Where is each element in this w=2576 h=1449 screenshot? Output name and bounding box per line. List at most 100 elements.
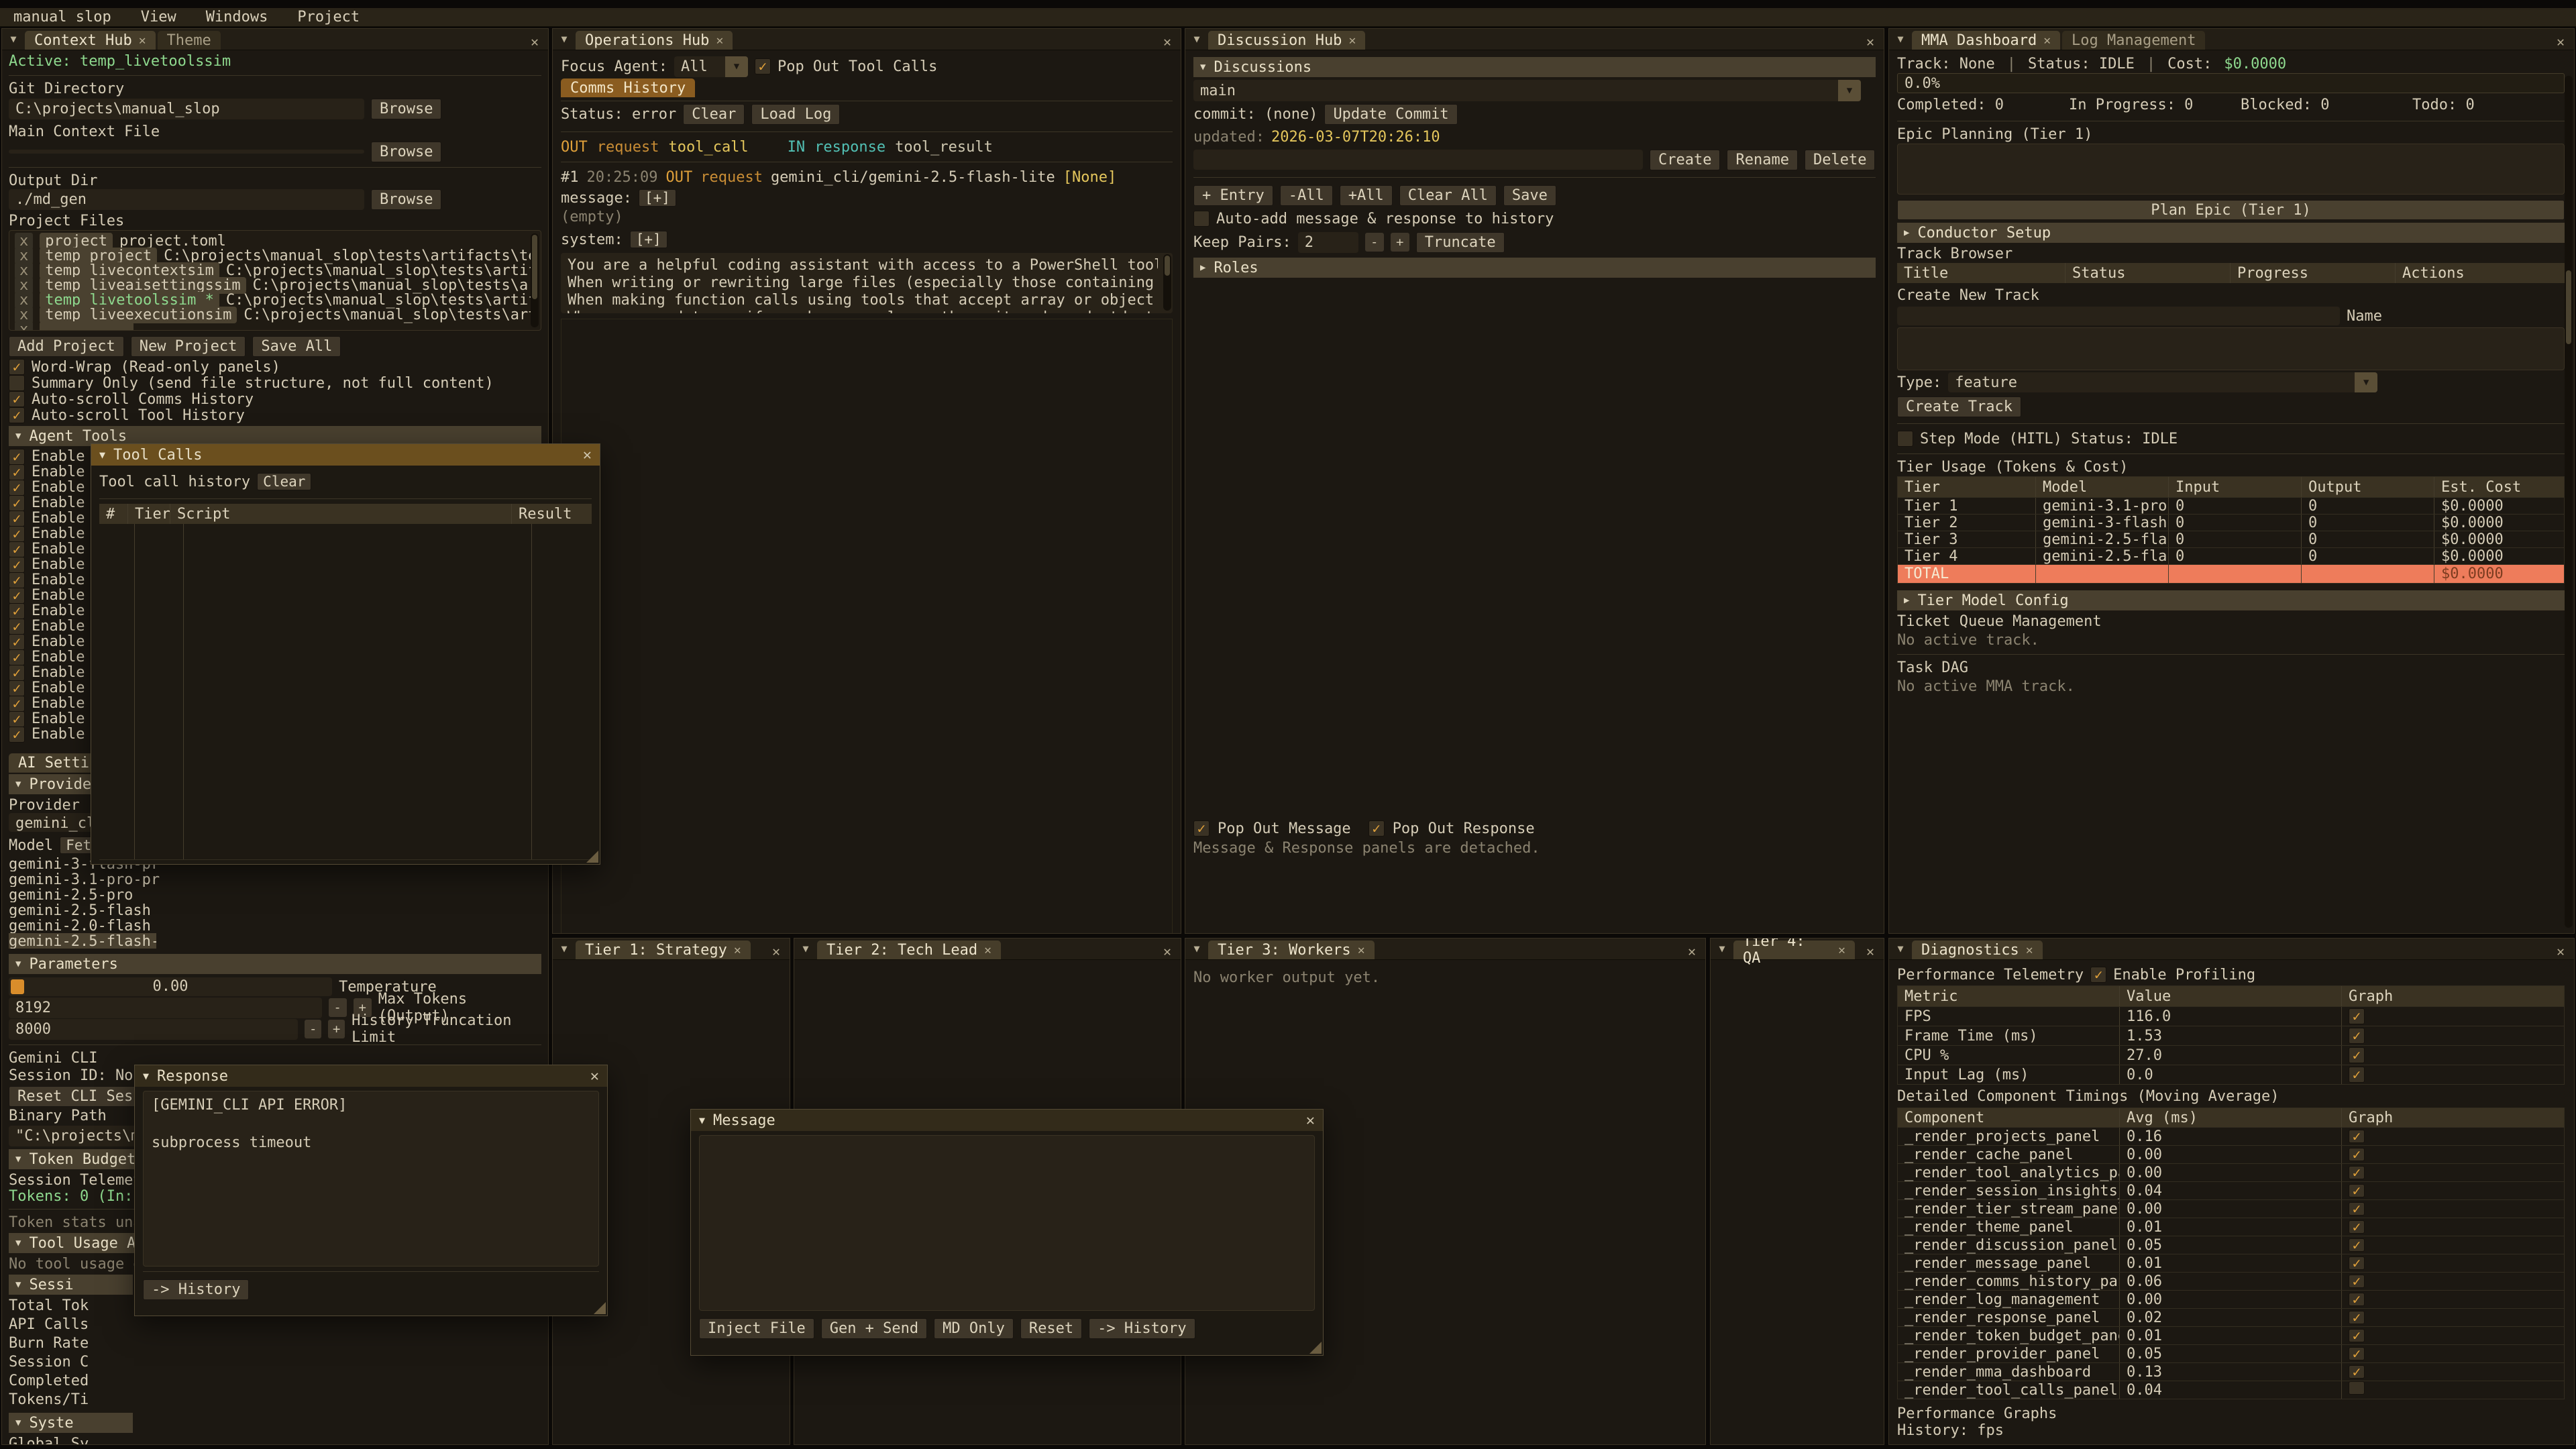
close-icon[interactable]: ✕ — [521, 34, 548, 50]
resize-grip[interactable] — [594, 1302, 606, 1314]
minus-button[interactable]: - — [305, 1020, 321, 1038]
checkbox-checked[interactable] — [9, 495, 25, 511]
checkbox-checked[interactable] — [9, 696, 25, 712]
rename-discussion-button[interactable]: Rename — [1727, 150, 1797, 170]
gen-send-button[interactable]: Gen + Send — [821, 1318, 927, 1339]
model-option[interactable]: gemini-2.0-flash — [9, 918, 541, 933]
history-truncation-input[interactable]: 8000 — [9, 1019, 298, 1040]
close-icon[interactable]: ✕ — [2547, 943, 2574, 959]
plus-button[interactable]: + — [1391, 233, 1409, 252]
close-icon[interactable]: ✕ — [1348, 34, 1356, 48]
close-icon[interactable]: ✕ — [1857, 943, 1884, 959]
graph-toggle-checked[interactable] — [2349, 1256, 2365, 1270]
graph-toggle-checked[interactable] — [2349, 1166, 2365, 1179]
tab-tier2-tech-lead[interactable]: Tier 2: Tech Lead✕ — [817, 941, 1001, 959]
tab-operations-hub[interactable]: Operations Hub✕ — [576, 31, 733, 50]
list-item[interactable]: xtemp_projectC:\projects\manual_slop\tes… — [15, 248, 535, 263]
checkbox-checked[interactable] — [2090, 967, 2106, 983]
checkbox-checked[interactable] — [9, 588, 25, 604]
load-log-button[interactable]: Load Log — [751, 104, 840, 125]
tab-comms-history[interactable]: Comms History — [561, 78, 695, 97]
session-insights-header[interactable]: ▼Sessi — [9, 1275, 133, 1295]
checkbox-checked[interactable] — [9, 359, 25, 375]
graph-toggle-checked[interactable] — [2349, 1028, 2365, 1044]
graph-toggle-checked[interactable] — [2349, 1275, 2365, 1288]
collapse-arrow-icon[interactable]: ▼ — [99, 449, 105, 461]
remove-file-button[interactable]: x — [15, 262, 33, 279]
step-mode-option[interactable]: Step Mode (HITL) Status: IDLE — [1897, 429, 2566, 449]
graph-toggle-checked[interactable] — [2349, 1311, 2365, 1324]
expand-all-button[interactable]: +All — [1340, 185, 1393, 206]
plus-button[interactable]: + — [328, 1020, 345, 1038]
message-text-area[interactable] — [699, 1135, 1315, 1311]
checkbox-checked[interactable] — [9, 680, 25, 696]
expand-message-button[interactable]: [+] — [639, 189, 676, 207]
close-icon[interactable]: ✕ — [1857, 34, 1884, 50]
main-context-browse-button[interactable]: Browse — [371, 142, 441, 162]
file-name-badge[interactable]: temp_project — [40, 248, 157, 264]
output-dir-input[interactable]: ./md_gen — [9, 189, 364, 210]
close-icon[interactable]: ✕ — [2043, 34, 2051, 48]
collapse-arrow-icon[interactable]: ▼ — [794, 938, 817, 959]
graph-toggle-checked[interactable] — [2349, 1047, 2365, 1063]
close-icon[interactable]: ✕ — [1838, 943, 1845, 957]
graph-toggle-checked[interactable] — [2349, 1008, 2365, 1024]
close-icon[interactable]: ✕ — [583, 447, 592, 464]
collapse-arrow-icon[interactable]: ▼ — [1185, 938, 1208, 959]
roles-header[interactable]: ▶Roles — [1193, 258, 1876, 278]
menu-project[interactable]: Project — [297, 9, 360, 25]
checkbox-checked[interactable] — [9, 603, 25, 619]
graph-toggle-checked[interactable] — [2349, 1130, 2365, 1143]
response-titlebar[interactable]: ▼ Response ✕ — [135, 1065, 607, 1087]
close-icon[interactable]: ✕ — [2026, 943, 2033, 957]
max-tokens-input[interactable]: 8192 — [9, 998, 322, 1018]
remove-file-button[interactable]: x — [15, 292, 33, 309]
system-prompt-preview[interactable]: You are a helpful coding assistant with … — [561, 253, 1173, 313]
list-item[interactable]: xtemp_livetoolssim *C:\projects\manual_s… — [15, 292, 535, 307]
tab-tier3-workers[interactable]: Tier 3: Workers✕ — [1208, 941, 1375, 959]
model-option[interactable]: gemini-3.1-pro-pr — [9, 871, 541, 887]
close-icon[interactable]: ✕ — [716, 34, 723, 48]
remove-file-button[interactable]: x — [15, 307, 33, 323]
close-icon[interactable]: ✕ — [139, 34, 146, 48]
close-icon[interactable]: ✕ — [984, 943, 991, 957]
list-item[interactable]: xtemp_livecontextsimC:\projects\manual_s… — [15, 263, 535, 278]
checkbox-checked[interactable] — [9, 649, 25, 665]
close-icon[interactable]: ✕ — [2547, 34, 2574, 50]
collapse-arrow-icon[interactable]: ▼ — [553, 28, 576, 50]
option-autoscroll-comms[interactable]: Auto-scroll Comms History — [9, 391, 541, 407]
track-type-select[interactable]: feature ▼ — [1948, 372, 2377, 392]
collapse-arrow-icon[interactable]: ▼ — [1889, 28, 1912, 50]
collapse-all-button[interactable]: -All — [1280, 185, 1333, 206]
graph-toggle-checked[interactable] — [2349, 1220, 2365, 1234]
list-item[interactable]: xtemp_liveaisettingssimC:\projects\manua… — [15, 278, 535, 292]
keep-pairs-input[interactable]: 2 — [1298, 232, 1358, 253]
tab-mma-dashboard[interactable]: MMA Dashboard✕ — [1912, 31, 2060, 50]
remove-file-button[interactable]: x — [15, 277, 33, 294]
delete-discussion-button[interactable]: Delete — [1805, 150, 1875, 170]
graph-toggle-checked[interactable] — [2349, 1202, 2365, 1216]
graph-toggle-checked[interactable] — [2349, 1347, 2365, 1360]
checkbox-checked[interactable] — [9, 557, 25, 573]
discussion-select[interactable]: main ▼ — [1193, 80, 1861, 101]
output-browse-button[interactable]: Browse — [371, 189, 441, 210]
tab-context-hub[interactable]: Context Hub✕ — [25, 31, 156, 50]
resize-grip[interactable] — [1309, 1342, 1322, 1354]
message-to-history-button[interactable]: -> History — [1089, 1318, 1195, 1339]
checkbox-unchecked[interactable] — [1897, 431, 1913, 447]
checkbox-checked[interactable] — [9, 526, 25, 542]
checkbox-checked[interactable] — [9, 511, 25, 527]
option-summary-only[interactable]: Summary Only (send file structure, not f… — [9, 375, 541, 391]
graph-toggle-unchecked[interactable] — [2349, 1381, 2365, 1395]
checkbox-checked[interactable] — [9, 634, 25, 650]
close-icon[interactable]: ✕ — [763, 943, 790, 959]
conductor-setup-header[interactable]: ▶Conductor Setup — [1897, 223, 2566, 243]
truncate-button[interactable]: Truncate — [1416, 232, 1505, 253]
close-icon[interactable]: ✕ — [590, 1068, 599, 1085]
checkbox-checked[interactable] — [9, 464, 25, 480]
option-word-wrap[interactable]: Word-Wrap (Read-only panels) — [9, 359, 541, 375]
collapse-arrow-icon[interactable]: ▼ — [143, 1070, 149, 1082]
close-icon[interactable]: ✕ — [1358, 943, 1365, 957]
scrollbar[interactable] — [2565, 76, 2573, 928]
epic-planning-input[interactable] — [1897, 144, 2565, 195]
